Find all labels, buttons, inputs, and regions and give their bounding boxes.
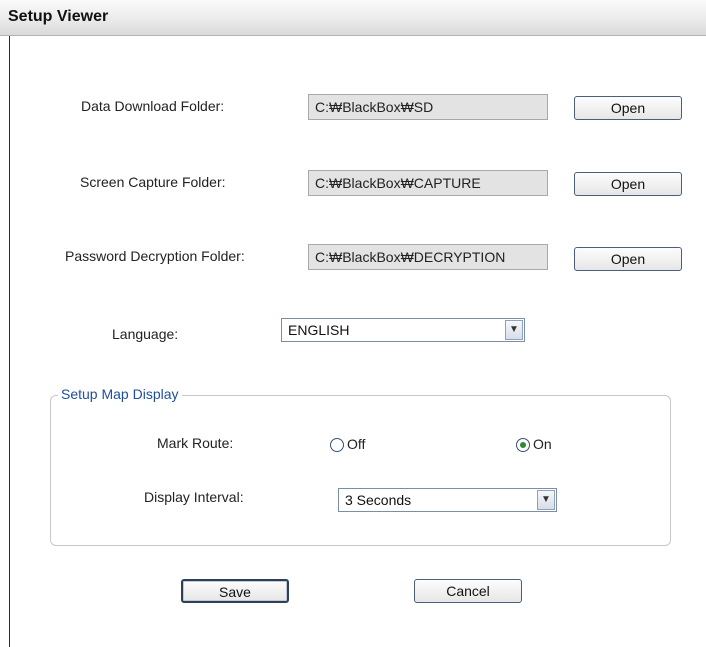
window-title: Setup Viewer [8,8,109,25]
data-download-folder-field: C:₩BlackBox₩SD [308,94,548,120]
data-download-open-button[interactable]: Open [574,96,682,120]
data-download-folder-label: Data Download Folder: [81,98,225,114]
radio-selected-dot [520,442,526,448]
screen-capture-folder-field: C:₩BlackBox₩CAPTURE [308,170,548,196]
display-interval-label: Display Interval: [144,489,244,505]
language-select[interactable]: ENGLISH ▼ [281,318,525,342]
password-decryption-open-button[interactable]: Open [574,247,682,271]
chevron-down-icon[interactable]: ▼ [505,320,523,340]
display-interval-select[interactable]: 3 Seconds ▼ [338,488,557,512]
password-decryption-folder-label: Password Decryption Folder: [65,248,245,264]
language-label: Language: [112,326,179,342]
setup-map-display-legend: Setup Map Display [58,386,182,402]
mark-route-off-radio[interactable] [330,438,344,452]
mark-route-off-label[interactable]: Off [347,436,365,452]
title-bar: Setup Viewer [0,0,706,36]
password-decryption-folder-field: C:₩BlackBox₩DECRYPTION [308,244,548,270]
screen-capture-folder-label: Screen Capture Folder: [80,174,226,190]
screen-capture-open-button[interactable]: Open [574,172,682,196]
chevron-down-icon[interactable]: ▼ [537,490,555,510]
setup-map-display-group [50,395,671,546]
display-interval-value: 3 Seconds [345,492,412,508]
mark-route-label: Mark Route: [157,435,234,451]
window-frame-edge [9,36,10,647]
mark-route-on-label[interactable]: On [533,436,552,452]
cancel-button[interactable]: Cancel [414,579,522,603]
language-select-value: ENGLISH [288,322,350,338]
save-button[interactable]: Save [181,579,289,603]
mark-route-on-radio[interactable] [516,438,530,452]
